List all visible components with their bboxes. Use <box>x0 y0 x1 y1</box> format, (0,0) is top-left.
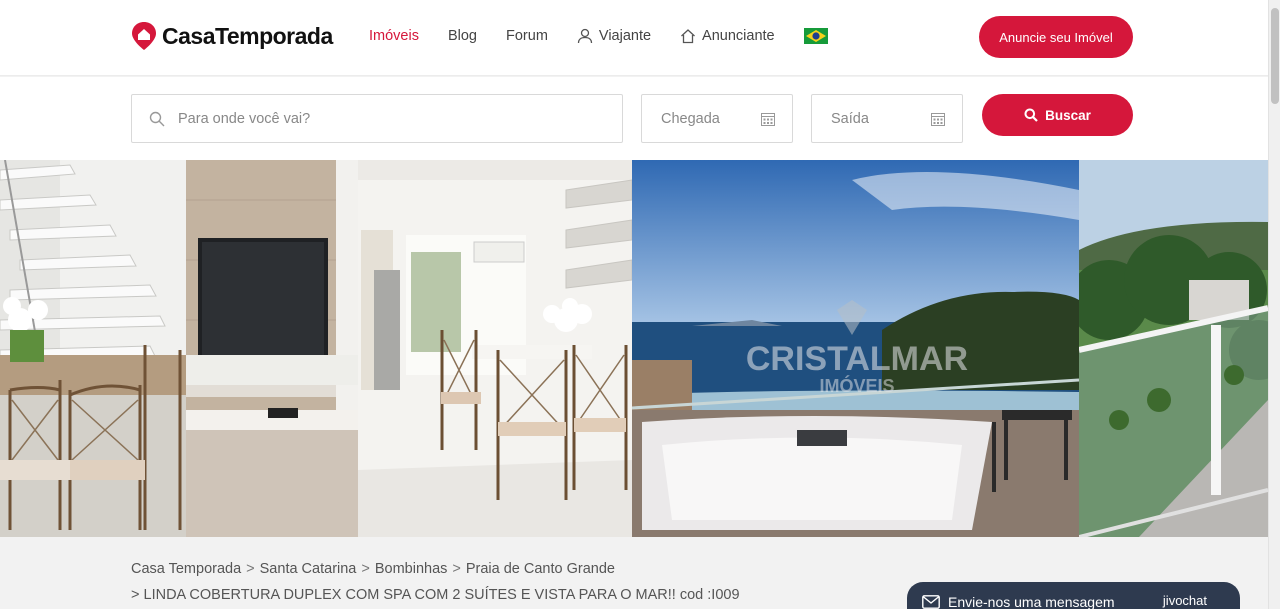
brand-logo[interactable]: CasaTemporada <box>131 21 333 51</box>
breadcrumb: Casa Temporada > Santa Catarina > Bombinhas >… <box>131 561 615 577</box>
chat-brand: jivochat <box>1162 593 1207 608</box>
breadcrumb-current: > LINDA COBERTURA DUPLEX COM SPA COM 2 S… <box>131 587 740 603</box>
gallery-photo-spa-sea-view[interactable]: CRISTALMAR IMÓVEIS <box>632 160 1079 537</box>
chat-widget-button[interactable]: Envie-nos uma mensagem jivochat <box>907 582 1240 609</box>
advertise-property-button[interactable]: Anuncie seu Imóvel <box>979 16 1133 58</box>
checkin-field[interactable]: Chegada <box>641 94 793 143</box>
main-nav: Imóveis Blog Forum Viajante Anunciante <box>369 28 828 44</box>
user-icon <box>577 28 593 44</box>
house-pin-icon <box>131 21 157 51</box>
photo-gallery: CRISTALMAR IMÓVEIS <box>0 160 1268 537</box>
search-icon <box>1024 108 1038 122</box>
breadcrumb-item-casa-temporada[interactable]: Casa Temporada <box>131 561 241 577</box>
search-bar: Chegada Saída Buscar <box>0 77 1268 160</box>
page-scrollbar[interactable] <box>1268 0 1280 609</box>
breadcrumb-separator: > <box>361 561 370 577</box>
watermark-title: CRISTALMAR <box>746 340 968 378</box>
calendar-icon <box>931 113 945 126</box>
nav-item-forum[interactable]: Forum <box>506 28 548 44</box>
nav-item-label: Blog <box>447 28 477 44</box>
nav-item-label: Forum <box>506 28 548 44</box>
gallery-photo-living-room[interactable] <box>186 160 632 537</box>
scrollbar-thumb[interactable] <box>1271 8 1279 104</box>
nav-item-label: Imóveis <box>369 28 419 44</box>
destination-field <box>131 94 623 143</box>
gallery-photo-stairs[interactable] <box>0 160 186 537</box>
breadcrumb-separator: > <box>246 561 255 577</box>
nav-item-label: Anunciante <box>702 28 775 44</box>
search-button[interactable]: Buscar <box>982 94 1133 136</box>
checkout-label: Saída <box>831 110 869 127</box>
breadcrumb-separator: > <box>131 587 140 603</box>
destination-input[interactable] <box>178 110 598 127</box>
gallery-photo-balcony[interactable] <box>1079 160 1268 537</box>
nav-item-imoveis[interactable]: Imóveis <box>369 28 419 44</box>
listing-title: LINDA COBERTURA DUPLEX COM SPA COM 2 SUÍ… <box>143 587 740 603</box>
search-button-label: Buscar <box>1045 107 1091 123</box>
nav-item-blog[interactable]: Blog <box>448 28 477 44</box>
breadcrumb-item-bombinhas[interactable]: Bombinhas <box>375 561 448 577</box>
brand-name: CasaTemporada <box>162 22 333 49</box>
brazil-flag-icon[interactable] <box>803 28 828 44</box>
nav-item-anunciante[interactable]: Anunciante <box>680 28 775 44</box>
watermark-subtitle: IMÓVEIS <box>819 375 894 396</box>
breadcrumb-item-santa-catarina[interactable]: Santa Catarina <box>260 561 357 577</box>
message-icon <box>922 595 940 609</box>
checkin-label: Chegada <box>661 110 720 127</box>
search-icon <box>149 111 165 126</box>
chat-label: Envie-nos uma mensagem <box>948 594 1115 609</box>
site-header: CasaTemporada Imóveis Blog Forum Viajant… <box>0 0 1268 76</box>
nav-item-viajante[interactable]: Viajante <box>577 28 651 44</box>
breadcrumb-separator: > <box>452 561 461 577</box>
breadcrumb-item-praia-canto-grande[interactable]: Praia de Canto Grande <box>466 561 615 577</box>
checkout-field[interactable]: Saída <box>811 94 963 143</box>
calendar-icon <box>761 113 775 126</box>
home-icon <box>681 29 695 44</box>
nav-item-label: Viajante <box>598 28 652 44</box>
